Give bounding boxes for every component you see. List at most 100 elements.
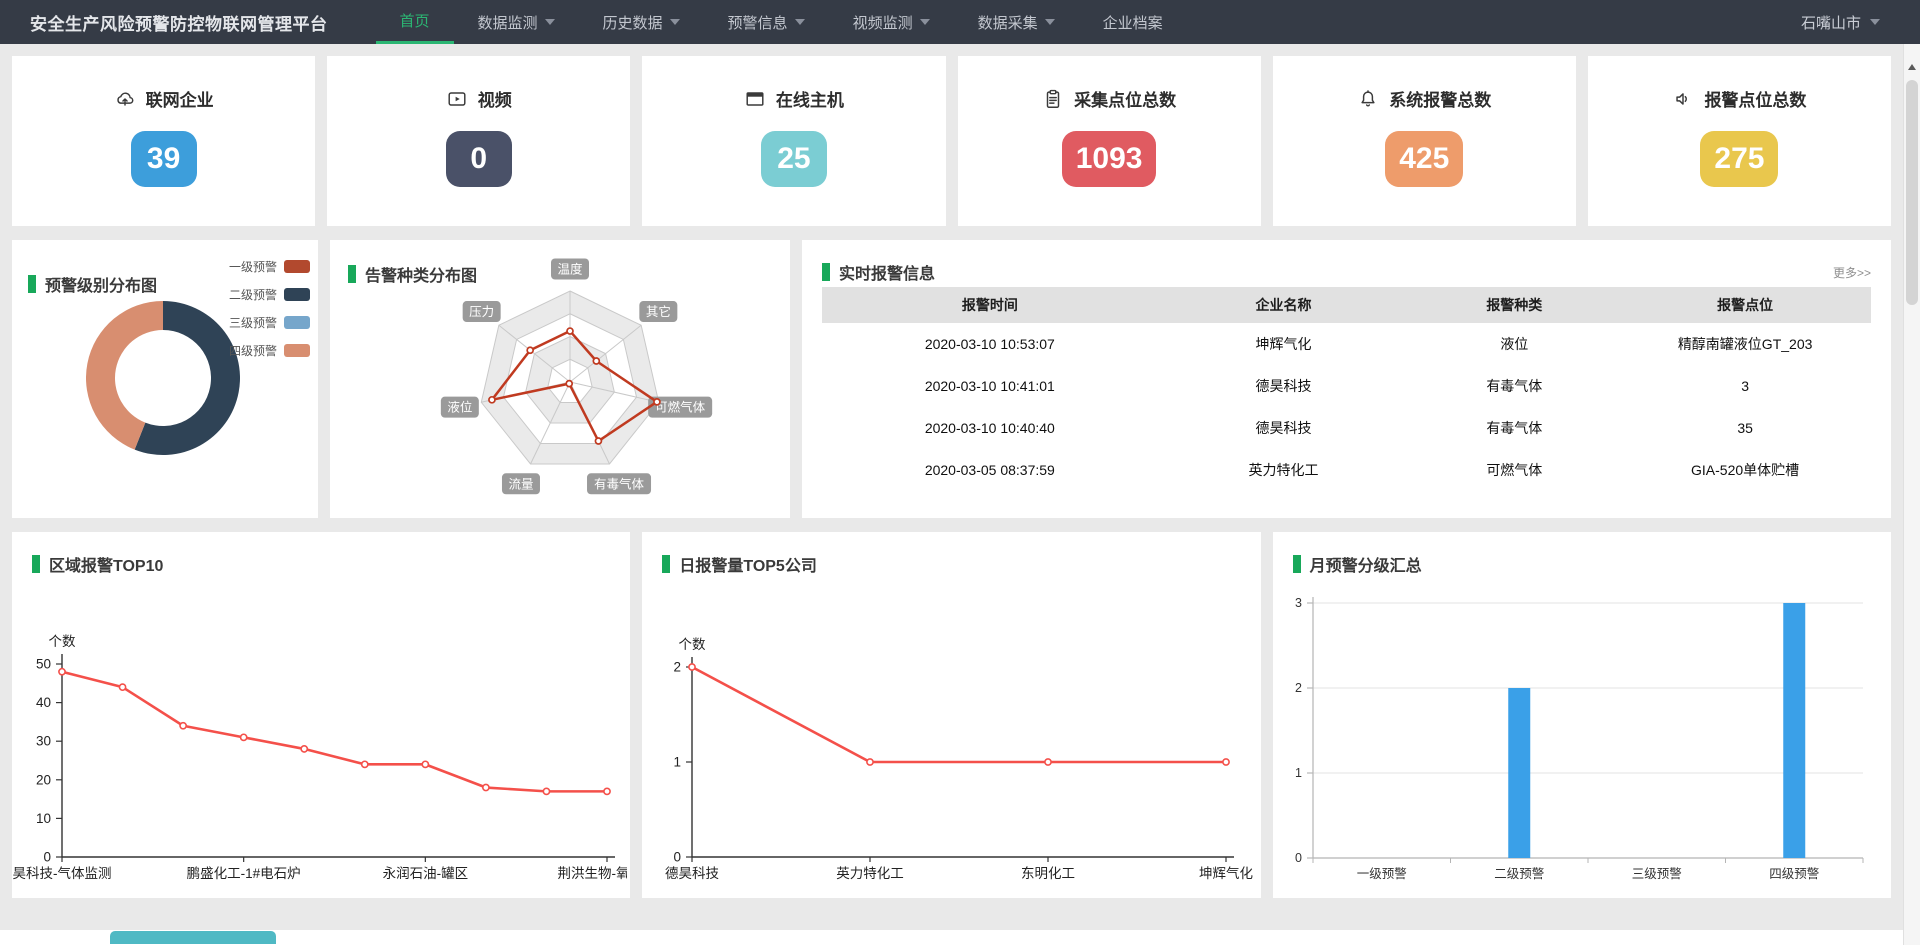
panel-daily-alarm-top5: 日报警量TOP5公司 个数012德昊科技英力特化工东明化工坤辉气化 xyxy=(642,532,1260,898)
panel-title: 区域报警TOP10 xyxy=(32,552,163,576)
table-cell: 有毒气体 xyxy=(1409,365,1619,407)
svg-text:液位: 液位 xyxy=(447,400,472,415)
svg-text:鹏盛化工-1#电石炉: 鹏盛化工-1#电石炉 xyxy=(187,866,301,881)
svg-text:10: 10 xyxy=(36,811,51,826)
nav-menu: 首页数据监测 历史数据 预警信息 视频监测 数据采集 企业档案 xyxy=(376,0,1187,44)
legend-label: 二级预警 xyxy=(229,286,277,303)
table-cell: 3 xyxy=(1619,365,1871,407)
table-cell: 有毒气体 xyxy=(1409,407,1619,449)
speaker-icon xyxy=(1672,88,1694,110)
stat-value-badge: 25 xyxy=(761,131,827,187)
donut-legend: 一级预警二级预警三级预警四级预警 xyxy=(229,258,310,359)
table-header: 报警时间企业名称报警种类报警点位 xyxy=(822,287,1871,323)
svg-text:温度: 温度 xyxy=(557,262,583,277)
table-cell: GIA-520单体贮槽 xyxy=(1619,449,1871,491)
table-cell: 可燃气体 xyxy=(1409,449,1619,491)
chevron-down-icon xyxy=(795,19,805,25)
stat-value-badge: 1093 xyxy=(1062,131,1157,187)
legend-item[interactable]: 三级预警 xyxy=(229,314,310,331)
stat-head: 在线主机 xyxy=(744,86,844,111)
green-marker-icon xyxy=(1293,555,1301,573)
cloud-upload-icon xyxy=(114,88,136,110)
nav-item-data-collect[interactable]: 数据采集 xyxy=(954,0,1079,44)
table-row[interactable]: 2020-03-05 08:37:59英力特化工可燃气体GIA-520单体贮槽 xyxy=(822,449,1871,491)
stat-card-0: 联网企业 39 xyxy=(12,56,315,226)
region-selector[interactable]: 石嘴山市 xyxy=(1801,0,1880,44)
nav-item-label: 数据采集 xyxy=(978,12,1038,33)
svg-text:二级预警: 二级预警 xyxy=(1494,866,1544,881)
nav-item-video-monitor[interactable]: 视频监测 xyxy=(829,0,954,44)
chevron-down-icon xyxy=(1870,19,1880,25)
svg-text:2: 2 xyxy=(674,660,682,675)
svg-text:一级预警: 一级预警 xyxy=(1356,866,1406,881)
scrollbar-up-button[interactable] xyxy=(1904,58,1920,76)
stat-head: 报警点位总数 xyxy=(1672,86,1806,111)
svg-text:永润石油-罐区: 永润石油-罐区 xyxy=(383,866,469,881)
legend-label: 一级预警 xyxy=(229,258,277,275)
nav-item-history-data[interactable]: 历史数据 xyxy=(579,0,704,44)
stat-value-badge: 39 xyxy=(131,131,197,187)
stat-value-badge: 275 xyxy=(1700,131,1778,187)
svg-text:昊科技-气体监测: 昊科技-气体监测 xyxy=(13,866,112,881)
stat-card-4: 系统报警总数425 xyxy=(1273,56,1576,226)
legend-item[interactable]: 二级预警 xyxy=(229,286,310,303)
table-cell: 坤辉气化 xyxy=(1158,323,1410,365)
table-row[interactable]: 2020-03-10 10:40:40德昊科技有毒气体35 xyxy=(822,407,1871,449)
panel-title: 日报警量TOP5公司 xyxy=(662,552,817,576)
legend-swatch xyxy=(284,260,310,273)
svg-text:20: 20 xyxy=(36,772,51,787)
top-nav: 安全生产风险预警防控物联网管理平台 首页数据监测历史数据预警信息视频监测数据采集… xyxy=(0,0,1920,44)
legend-item[interactable]: 一级预警 xyxy=(229,258,310,275)
table-cell: 2020-03-10 10:41:01 xyxy=(822,365,1158,407)
green-marker-icon xyxy=(822,263,830,281)
stat-label: 在线主机 xyxy=(776,86,844,111)
nav-item-enterprise-archive[interactable]: 企业档案 xyxy=(1079,0,1187,44)
table-header-cell: 企业名称 xyxy=(1158,287,1410,323)
legend-label: 四级预警 xyxy=(229,342,277,359)
svg-text:0: 0 xyxy=(43,850,51,865)
nav-item-warning-info[interactable]: 预警信息 xyxy=(704,0,829,44)
chevron-down-icon xyxy=(1045,19,1055,25)
scrollbar-track[interactable] xyxy=(1903,44,1920,945)
nav-item-data-monitor[interactable]: 数据监测 xyxy=(454,0,579,44)
stat-head: 采集点位总数 xyxy=(1042,86,1176,111)
nav-item-label: 企业档案 xyxy=(1103,12,1163,33)
table-row[interactable]: 2020-03-10 10:41:01德昊科技有毒气体3 xyxy=(822,365,1871,407)
stat-label: 报警点位总数 xyxy=(1704,86,1806,111)
svg-text:其它: 其它 xyxy=(646,304,671,319)
scrollbar-thumb[interactable] xyxy=(1906,80,1918,305)
nav-item-label: 历史数据 xyxy=(603,12,663,33)
stat-card-1: 视频0 xyxy=(327,56,630,226)
svg-text:50: 50 xyxy=(36,657,51,672)
table-cell: 英力特化工 xyxy=(1158,449,1410,491)
table-cell: 精醇南罐液位GT_203 xyxy=(1619,323,1871,365)
table-cell: 35 xyxy=(1619,407,1871,449)
more-link[interactable]: 更多>> xyxy=(1833,264,1871,281)
table-header-cell: 报警种类 xyxy=(1409,287,1619,323)
table-row[interactable]: 2020-03-10 10:53:07坤辉气化液位精醇南罐液位GT_203 xyxy=(822,323,1871,365)
table-cell: 液位 xyxy=(1409,323,1619,365)
daily-alarm-top5-line-chart: 个数012德昊科技英力特化工东明化工坤辉气化 xyxy=(642,532,1257,898)
stat-head: 视频 xyxy=(446,86,512,111)
table-cell: 2020-03-05 08:37:59 xyxy=(822,449,1158,491)
panel-title: 实时报警信息 xyxy=(822,260,935,284)
nav-item-label: 视频监测 xyxy=(853,12,913,33)
stat-card-5: 报警点位总数 275 xyxy=(1588,56,1891,226)
clipboard-icon xyxy=(1042,88,1064,110)
table-cell: 2020-03-10 10:40:40 xyxy=(822,407,1158,449)
green-marker-icon xyxy=(28,275,36,293)
region-label: 石嘴山市 xyxy=(1801,12,1861,33)
host-monitor-icon xyxy=(744,88,766,110)
chevron-down-icon xyxy=(920,19,930,25)
video-play-icon xyxy=(446,88,468,110)
svg-text:0: 0 xyxy=(1295,851,1302,865)
svg-text:东明化工: 东明化工 xyxy=(1021,866,1075,881)
svg-text:三级预警: 三级预警 xyxy=(1631,866,1681,881)
realtime-alarm-table: 报警时间企业名称报警种类报警点位 2020-03-10 10:53:07坤辉气化… xyxy=(822,287,1871,491)
legend-item[interactable]: 四级预警 xyxy=(229,342,310,359)
nav-item-home[interactable]: 首页 xyxy=(376,0,454,44)
stat-label: 联网企业 xyxy=(146,86,214,111)
chevron-down-icon xyxy=(670,19,680,25)
legend-label: 三级预警 xyxy=(229,314,277,331)
panel-title: 预警级别分布图 xyxy=(28,272,157,296)
